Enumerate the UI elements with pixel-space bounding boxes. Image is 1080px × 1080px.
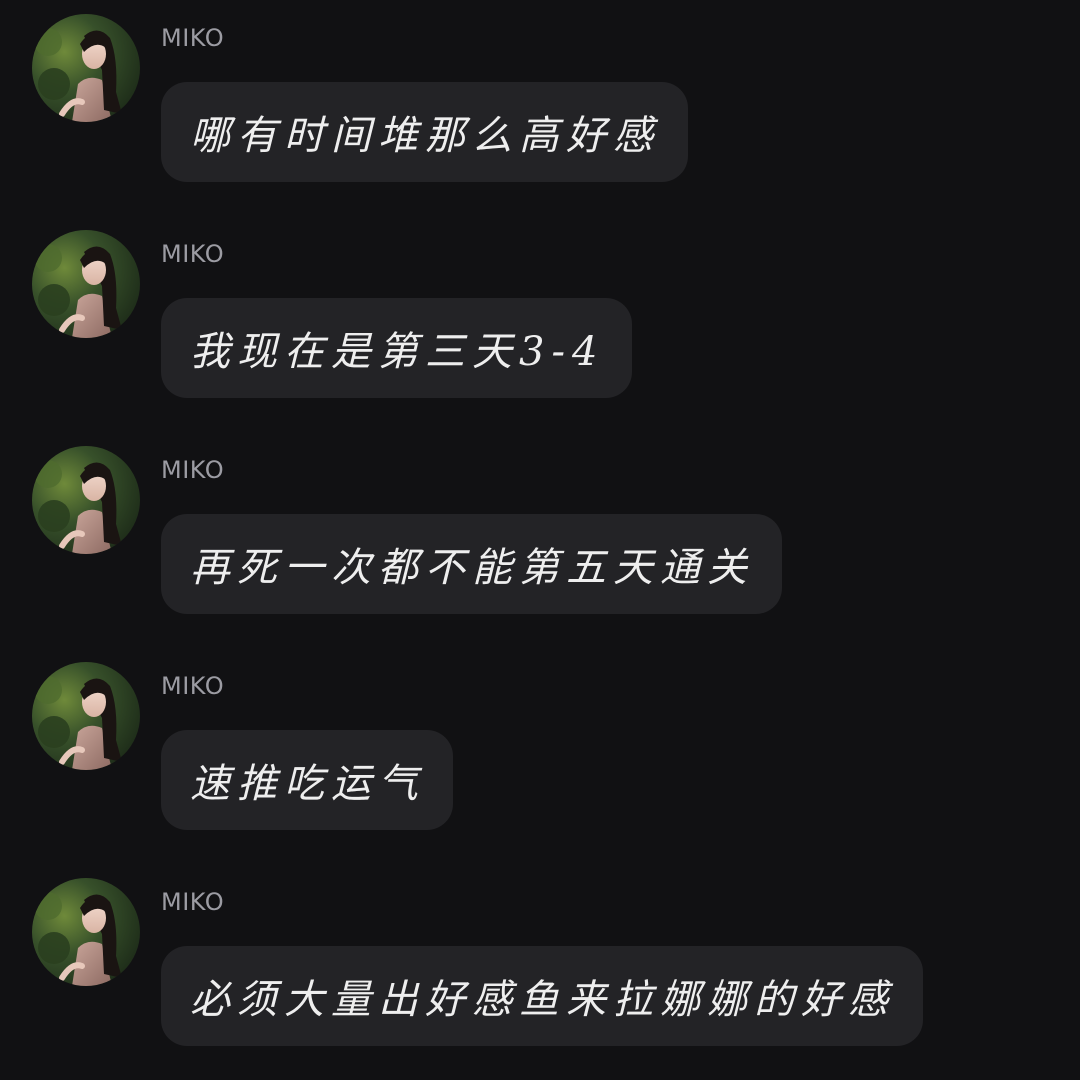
message-text: 我现在是第三天3-4	[190, 329, 605, 375]
message-text: 再死一次都不能第五天通关	[190, 545, 754, 591]
user-photo-avatar-icon	[32, 230, 140, 338]
sender-name: MIKO	[161, 456, 225, 484]
message-text: 哪有时间堆那么高好感	[190, 113, 660, 159]
user-avatar[interactable]	[32, 446, 140, 554]
sender-name: MIKO	[161, 24, 225, 52]
message-text: 必须大量出好感鱼来拉娜娜的好感	[190, 977, 895, 1023]
message-row: MIKO 哪有时间堆那么高好感	[0, 0, 1080, 216]
user-photo-avatar-icon	[32, 662, 140, 770]
sender-name: MIKO	[161, 672, 225, 700]
message-row: MIKO 我现在是第三天3-4	[0, 216, 1080, 432]
chat-message-list[interactable]: MIKO 哪有时间堆那么高好感 MIKO 我现在是第三天3-4 MIKO 再死一…	[0, 0, 1080, 1072]
message-bubble[interactable]: 我现在是第三天3-4	[161, 298, 633, 398]
message-text: 速推吃运气	[190, 761, 425, 807]
user-avatar[interactable]	[32, 878, 140, 986]
user-photo-avatar-icon	[32, 878, 140, 986]
message-row: MIKO 再死一次都不能第五天通关	[0, 432, 1080, 648]
user-avatar[interactable]	[32, 14, 140, 122]
user-avatar[interactable]	[32, 230, 140, 338]
user-photo-avatar-icon	[32, 446, 140, 554]
message-bubble[interactable]: 必须大量出好感鱼来拉娜娜的好感	[161, 946, 923, 1046]
message-bubble[interactable]: 速推吃运气	[161, 730, 453, 830]
user-photo-avatar-icon	[32, 14, 140, 122]
sender-name: MIKO	[161, 240, 225, 268]
message-row: MIKO 速推吃运气	[0, 648, 1080, 864]
user-avatar[interactable]	[32, 662, 140, 770]
sender-name: MIKO	[161, 888, 225, 916]
message-bubble[interactable]: 哪有时间堆那么高好感	[161, 82, 688, 182]
message-bubble[interactable]: 再死一次都不能第五天通关	[161, 514, 782, 614]
message-row: MIKO 必须大量出好感鱼来拉娜娜的好感	[0, 864, 1080, 1080]
